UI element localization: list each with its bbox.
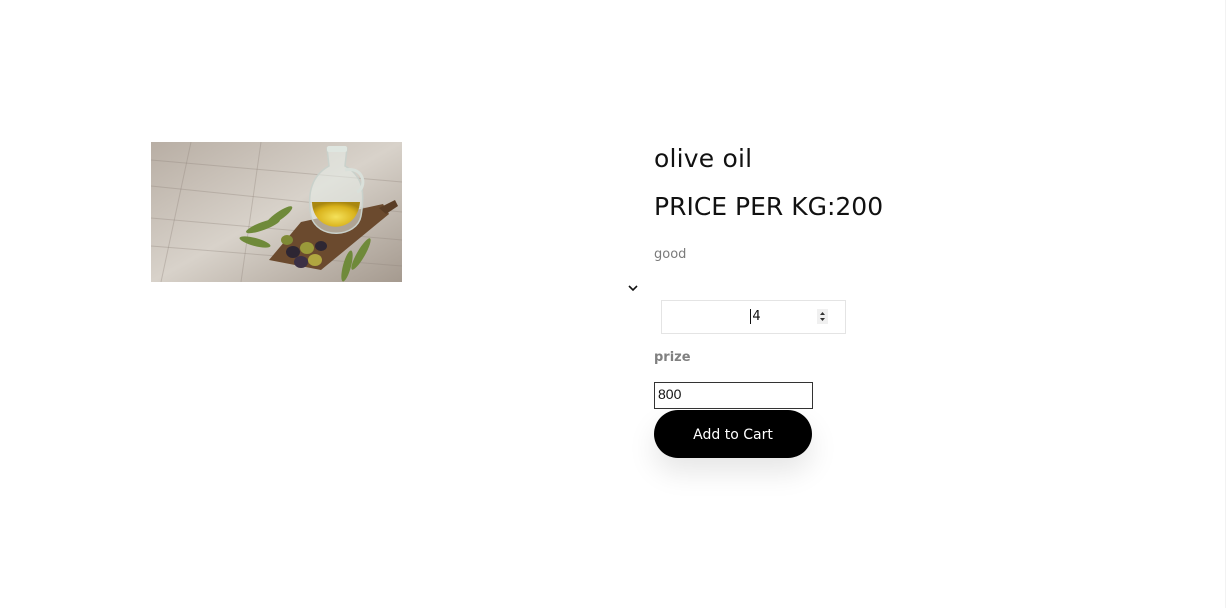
chevron-down-icon[interactable] (627, 279, 639, 292)
triangle-down-icon (820, 318, 825, 321)
triangle-up-icon (820, 312, 825, 315)
product-detail-page: olive oil PRICE PER KG:200 good 4 prize … (0, 0, 1226, 608)
price-per-kg: PRICE PER KG:200 (654, 192, 884, 221)
text-caret (750, 309, 751, 324)
product-description: good (654, 247, 687, 262)
prize-label: prize (654, 350, 691, 365)
add-to-cart-button[interactable]: Add to Cart (654, 410, 812, 458)
product-image (151, 142, 402, 282)
product-title: olive oil (654, 144, 753, 173)
prize-field[interactable]: 800 (654, 382, 813, 409)
quantity-spinner[interactable] (817, 309, 828, 324)
